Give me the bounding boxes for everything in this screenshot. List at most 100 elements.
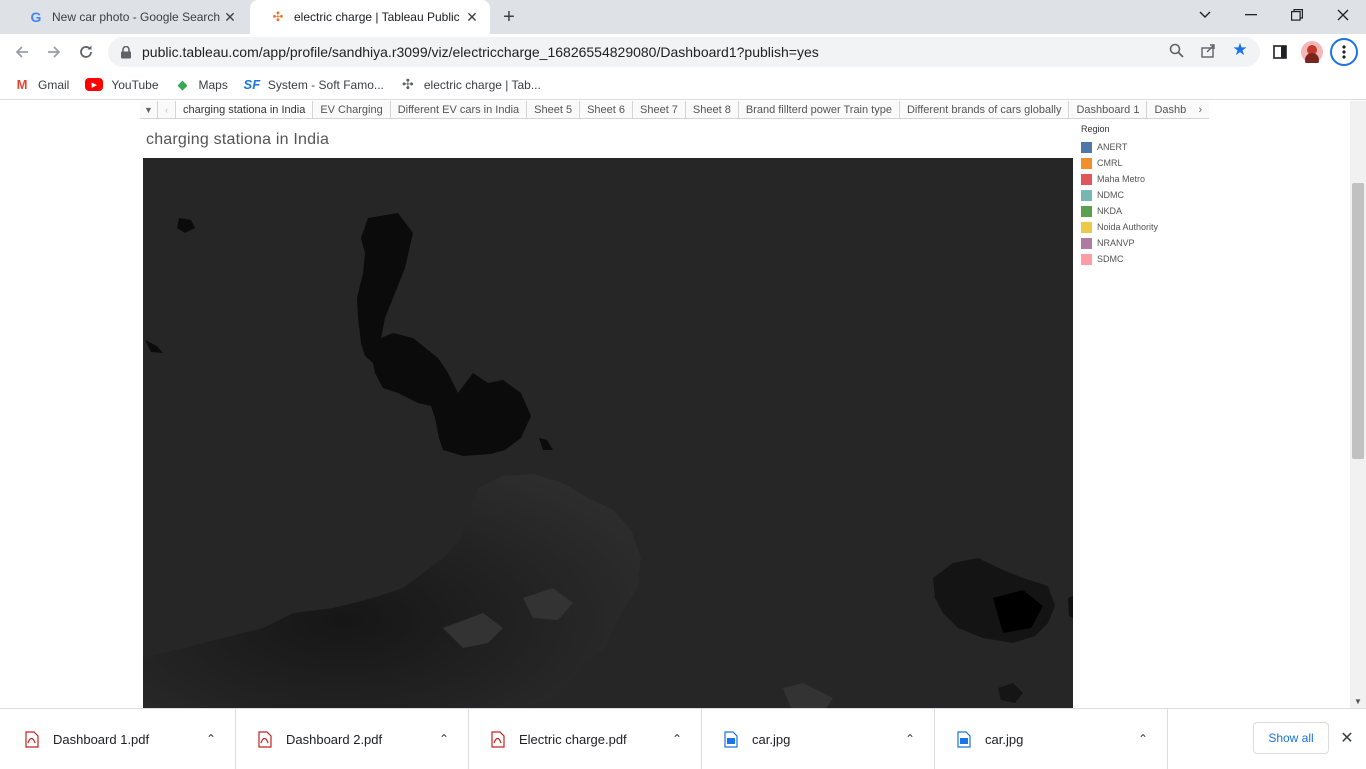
scroll-tabs-right[interactable]: › (1193, 101, 1207, 118)
download-item[interactable]: Dashboard 1.pdf ⌃ (4, 709, 236, 769)
sheet-tab-charging-stationa[interactable]: charging stationa in India (176, 101, 314, 118)
sheet-tab-sheet-5[interactable]: Sheet 5 (527, 101, 581, 118)
scrollbar-thumb[interactable] (1352, 183, 1364, 459)
avatar-icon (1301, 41, 1323, 63)
legend-item-ndmc[interactable]: NDMC (1081, 187, 1201, 203)
legend-swatch (1081, 221, 1092, 233)
side-panel-icon (1273, 45, 1287, 59)
download-filename: Electric charge.pdf (519, 731, 627, 747)
browser-toolbar: public.tableau.com/app/profile/sandhiya.… (0, 34, 1366, 70)
sheet-tab-different-brands[interactable]: Different brands of cars globally (900, 101, 1070, 118)
sheet-tab-sheet-6[interactable]: Sheet 6 (580, 101, 633, 118)
map-landmass (143, 474, 641, 708)
map-view[interactable] (143, 158, 1073, 708)
legend-swatch (1081, 237, 1092, 249)
bookmark-label: System - Soft Famo... (267, 77, 384, 92)
close-downloads-bar-icon[interactable]: ✕ (1338, 729, 1356, 747)
youtube-icon: ▶ (85, 78, 104, 91)
browser-tab-google-search[interactable]: G New car photo - Google Search ✕ (8, 0, 248, 34)
bookmark-gmail[interactable]: M Gmail (14, 77, 70, 93)
arrow-right-icon (48, 46, 61, 58)
image-file-icon (723, 730, 739, 748)
restore-button[interactable] (1274, 0, 1320, 30)
map-landmass (357, 213, 531, 456)
sheet-tab-brand-fillterd[interactable]: Brand fillterd power Train type (739, 101, 900, 118)
page-scrollbar[interactable]: ▼ (1350, 101, 1366, 708)
bookmark-star-icon[interactable]: ★ (1232, 40, 1248, 59)
close-tab-icon[interactable]: ✕ (464, 9, 480, 25)
viz-title: charging stationa in India (146, 131, 330, 148)
show-all-downloads-button[interactable]: Show all (1253, 722, 1329, 754)
sheet-tab-dashboard-1[interactable]: Dashboard 1 (1069, 101, 1148, 118)
pdf-file-icon (24, 730, 40, 748)
chevron-up-icon[interactable]: ⌃ (667, 732, 687, 746)
map-landmass (177, 218, 195, 233)
pdf-file-icon (490, 730, 506, 748)
chevron-up-icon[interactable]: ⌃ (434, 732, 454, 746)
back-button[interactable] (8, 38, 36, 66)
sheet-tab-sheet-7[interactable]: Sheet 7 (633, 101, 686, 118)
restore-icon (1291, 9, 1303, 21)
sheet-tab-dashb[interactable]: Dashb (1147, 101, 1193, 118)
legend-item-sdmc[interactable]: SDMC (1081, 251, 1201, 267)
legend-swatch (1081, 205, 1092, 217)
download-item[interactable]: Electric charge.pdf ⌃ (470, 709, 702, 769)
forward-button[interactable] (40, 38, 68, 66)
more-vertical-icon (1342, 45, 1346, 59)
bookmark-system-soft[interactable]: SF System - Soft Famo... (244, 77, 384, 93)
sheet-tab-bar: ▼ ‹ charging stationa in India EV Chargi… (140, 101, 1209, 119)
url-text: public.tableau.com/app/profile/sandhiya.… (142, 44, 819, 60)
reload-button[interactable] (72, 38, 100, 66)
sf-icon: SF (243, 77, 261, 92)
tableau-icon: ✣ (402, 76, 414, 92)
legend-label: CMRL (1097, 158, 1123, 168)
scroll-tabs-left[interactable]: ‹ (158, 101, 176, 118)
google-icon: G (30, 9, 42, 25)
legend-label: NKDA (1097, 206, 1123, 216)
download-item[interactable]: car.jpg ⌃ (703, 709, 935, 769)
legend-title: Region (1081, 124, 1110, 134)
zoom-icon[interactable] (1168, 42, 1184, 58)
new-tab-button[interactable]: + (498, 6, 520, 28)
legend-label: NRANVP (1097, 238, 1135, 248)
sheet-tab-sheet-8[interactable]: Sheet 8 (686, 101, 739, 118)
share-icon[interactable] (1200, 42, 1216, 58)
download-filename: car.jpg (985, 731, 1024, 747)
chevron-up-icon[interactable]: ⌃ (1133, 732, 1153, 746)
legend-label: NDMC (1097, 190, 1124, 200)
bookmark-electric-charge[interactable]: ✣ electric charge | Tab... (400, 76, 541, 93)
scroll-down-arrow-icon[interactable]: ▼ (1354, 697, 1362, 706)
address-bar[interactable]: public.tableau.com/app/profile/sandhiya.… (108, 37, 1260, 67)
tab-title: New car photo - Google Search (52, 10, 221, 24)
bookmark-maps[interactable]: ◆ Maps (175, 77, 228, 93)
profile-avatar[interactable] (1300, 40, 1324, 64)
legend-label: Noida Authority (1097, 222, 1159, 232)
chevron-up-icon[interactable]: ⌃ (900, 732, 920, 746)
download-item[interactable]: Dashboard 2.pdf ⌃ (237, 709, 469, 769)
browser-tab-tableau[interactable]: ✣ electric charge | Tableau Public ✕ (250, 0, 490, 34)
maps-icon: ◆ (177, 76, 188, 92)
legend-item-anert[interactable]: ANERT (1081, 139, 1201, 155)
chevron-up-icon[interactable]: ⌃ (201, 732, 221, 746)
legend-swatch (1081, 157, 1092, 169)
legend-item-cmrl[interactable]: CMRL (1081, 155, 1201, 171)
bookmark-youtube[interactable]: ▶ YouTube (85, 78, 159, 92)
close-window-button[interactable] (1320, 0, 1366, 30)
minimize-button[interactable] (1228, 0, 1274, 30)
download-filename: car.jpg (752, 731, 791, 747)
tableau-viz-area: ▼ ‹ charging stationa in India EV Chargi… (0, 101, 1366, 708)
legend-item-noida-authority[interactable]: Noida Authority (1081, 219, 1201, 235)
close-tab-icon[interactable]: ✕ (222, 9, 238, 25)
sheet-list-dropdown[interactable]: ▼ (140, 101, 158, 118)
legend-item-maha-metro[interactable]: Maha Metro (1081, 171, 1201, 187)
legend-item-nkda[interactable]: NKDA (1081, 203, 1201, 219)
chrome-menu-button[interactable] (1330, 38, 1358, 66)
download-item[interactable]: car.jpg ⌃ (936, 709, 1168, 769)
bookmarks-bar: M Gmail ▶ YouTube ◆ Maps SF System - Sof… (0, 70, 1366, 100)
sheet-tab-different-ev-cars[interactable]: Different EV cars in India (391, 101, 528, 118)
tab-search-button[interactable] (1182, 0, 1228, 30)
legend-item-nranvp[interactable]: NRANVP (1081, 235, 1201, 251)
sheet-tab-ev-charging[interactable]: EV Charging (313, 101, 391, 118)
side-panel-button[interactable] (1268, 40, 1292, 64)
legend-swatch (1081, 173, 1092, 185)
